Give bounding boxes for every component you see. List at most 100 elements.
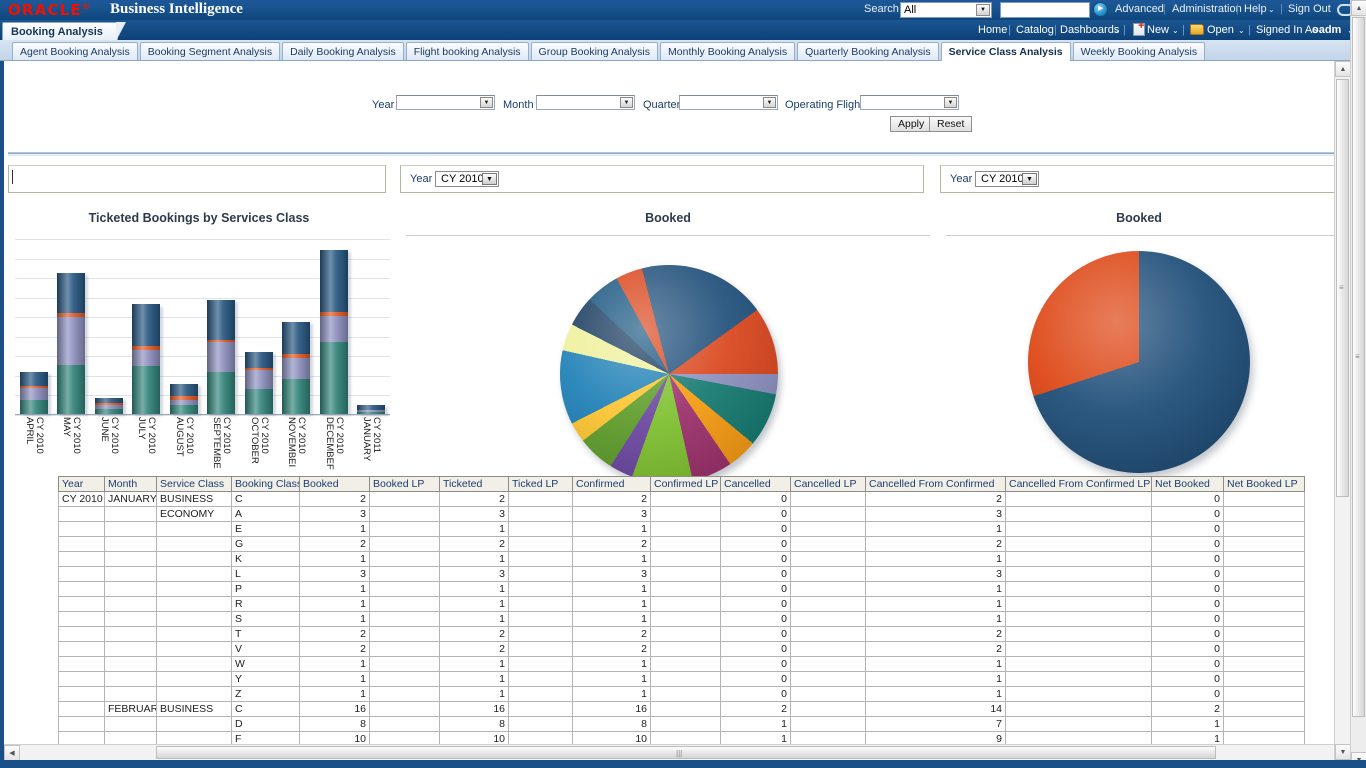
browser-scrollbar-thumb[interactable] <box>1352 17 1365 717</box>
nav-open[interactable]: Open <box>1207 24 1234 36</box>
table-row[interactable]: V222020 <box>59 642 1305 657</box>
bar-segment-economy[interactable] <box>320 342 348 414</box>
horizontal-scrollbar[interactable]: ◀ ||| <box>4 744 1334 760</box>
bar-5[interactable] <box>207 300 235 414</box>
scroll-left-arrow-icon[interactable]: ◀ <box>4 745 20 761</box>
cell-year[interactable]: CY 2010 <box>59 492 105 507</box>
dashboard-tab-daily-booking-analysis[interactable]: Daily Booking Analysis <box>282 42 404 60</box>
bar-segment-first[interactable] <box>320 250 348 312</box>
col-header-month[interactable]: Month <box>105 477 157 492</box>
table-row[interactable]: FEBRUARYBUSINESSC1616162142 <box>59 702 1305 717</box>
middle-year-select[interactable]: CY 2010 ▼ <box>435 171 499 187</box>
bar-8[interactable] <box>320 250 348 414</box>
col-header-cancelled[interactable]: Cancelled <box>721 477 791 492</box>
pie-chart-2[interactable] <box>1028 251 1250 473</box>
col-header-ticked-lp[interactable]: Ticked LP <box>509 477 573 492</box>
right-year-select[interactable]: CY 2010 ▼ <box>975 171 1039 187</box>
folder-open-icon[interactable] <box>1190 24 1204 35</box>
dashboard-tab-booking-segment-analysis[interactable]: Booking Segment Analysis <box>140 42 280 60</box>
col-header-booking-class[interactable]: Booking Class <box>232 477 300 492</box>
table-row[interactable]: L333030 <box>59 567 1305 582</box>
table-row[interactable]: T222020 <box>59 627 1305 642</box>
bar-1[interactable] <box>57 273 85 414</box>
horizontal-scrollbar-thumb[interactable] <box>156 746 1216 759</box>
bar-3[interactable] <box>132 304 160 414</box>
chevron-down-icon[interactable]: ▼ <box>620 97 633 108</box>
nav-catalog[interactable]: Catalog <box>1016 24 1054 36</box>
bar-segment-business[interactable] <box>245 370 273 389</box>
table-row[interactable]: CY 2010JANUARYBUSINESSC222020 <box>59 492 1305 507</box>
col-header-ticketed[interactable]: Ticketed <box>440 477 509 492</box>
dashboard-tab-monthly-booking-analysis[interactable]: Monthly Booking Analysis <box>660 42 795 60</box>
bar-segment-first[interactable] <box>245 352 273 368</box>
table-row[interactable]: Z111010 <box>59 687 1305 702</box>
bar-4[interactable] <box>170 384 198 414</box>
col-header-cancelled-from-confirmed[interactable]: Cancelled From Confirmed <box>866 477 1006 492</box>
pie-chart-1[interactable] <box>560 265 778 483</box>
bar-6[interactable] <box>245 352 273 414</box>
advanced-link[interactable]: Advanced <box>1115 3 1164 15</box>
col-header-cancelled-from-confirmed-lp[interactable]: Cancelled From Confirmed LP <box>1006 477 1152 492</box>
bar-segment-business[interactable] <box>132 350 160 366</box>
col-header-booked-lp[interactable]: Booked LP <box>370 477 440 492</box>
dashboard-tab-group-booking-analysis[interactable]: Group Booking Analysis <box>531 42 658 60</box>
table-row[interactable]: ECONOMYA333030 <box>59 507 1305 522</box>
nav-new[interactable]: New <box>1147 24 1169 36</box>
col-header-booked[interactable]: Booked <box>300 477 370 492</box>
scroll-up-arrow-icon[interactable]: ▲ <box>1351 0 1366 16</box>
bar-segment-business[interactable] <box>282 358 310 379</box>
chevron-down-icon[interactable]: ▼ <box>976 4 990 16</box>
bar-0[interactable] <box>20 372 48 414</box>
scroll-down-arrow-icon[interactable]: ▼ <box>1335 744 1351 760</box>
chevron-down-icon[interactable]: ⌄ <box>1238 26 1245 35</box>
table-row[interactable]: S111010 <box>59 612 1305 627</box>
col-header-net-booked[interactable]: Net Booked <box>1152 477 1224 492</box>
table-row[interactable]: P111010 <box>59 582 1305 597</box>
bar-segment-business[interactable] <box>320 316 348 342</box>
col-header-confirmed-lp[interactable]: Confirmed LP <box>651 477 721 492</box>
bar-segment-economy[interactable] <box>57 365 85 414</box>
table-row[interactable]: Y111010 <box>59 672 1305 687</box>
prompt-quarter-select[interactable]: ▼ <box>679 95 778 110</box>
table-row[interactable]: R111010 <box>59 597 1305 612</box>
reset-button[interactable]: Reset <box>929 116 972 132</box>
bar-segment-economy[interactable] <box>132 366 160 414</box>
chevron-down-icon[interactable]: ▼ <box>944 97 957 108</box>
table-row[interactable]: D888171 <box>59 717 1305 732</box>
table-row[interactable]: W111010 <box>59 657 1305 672</box>
dashboard-tab-quarterly-booking-analysis[interactable]: Quarterly Booking Analysis <box>797 42 938 60</box>
nav-dashboards[interactable]: Dashboards <box>1060 24 1119 36</box>
bar-segment-first[interactable] <box>207 300 235 340</box>
cell-month[interactable]: FEBRUARY <box>105 702 157 717</box>
scroll-up-arrow-icon[interactable]: ▲ <box>1335 61 1351 77</box>
table-row[interactable]: E111010 <box>59 522 1305 537</box>
bar-segment-first[interactable] <box>170 384 198 396</box>
dashboard-tab-weekly-booking-analysis[interactable]: Weekly Booking Analysis <box>1073 42 1206 60</box>
administration-link[interactable]: Administration <box>1172 3 1242 15</box>
chevron-down-icon[interactable]: ▼ <box>480 97 493 108</box>
browser-vertical-scrollbar[interactable]: ▲ ≡ ▼ <box>1350 0 1366 768</box>
bar-segment-economy[interactable] <box>245 389 273 414</box>
bar-segment-economy[interactable] <box>357 412 385 414</box>
search-go-icon[interactable] <box>1093 2 1108 17</box>
dashboard-tab-service-class-analysis[interactable]: Service Class Analysis <box>941 42 1071 61</box>
new-page-icon[interactable] <box>1133 23 1145 36</box>
bar-segment-first[interactable] <box>20 372 48 386</box>
chevron-down-icon[interactable]: ▼ <box>482 173 497 185</box>
sign-out-link[interactable]: Sign Out <box>1288 3 1331 15</box>
help-link[interactable]: Help <box>1244 3 1267 15</box>
chevron-down-icon[interactable]: ▼ <box>763 97 776 108</box>
bar-segment-first[interactable] <box>282 322 310 354</box>
bar-segment-economy[interactable] <box>20 400 48 414</box>
cell-month[interactable]: JANUARY <box>105 492 157 507</box>
bar-7[interactable] <box>282 322 310 414</box>
bar-segment-business[interactable] <box>207 342 235 372</box>
bar-segment-economy[interactable] <box>170 405 198 414</box>
col-header-cancelled-lp[interactable]: Cancelled LP <box>791 477 866 492</box>
bar-segment-business[interactable] <box>20 388 48 400</box>
inner-vertical-scrollbar[interactable]: ▲ ≡ ▼ <box>1334 61 1350 760</box>
bar-segment-business[interactable] <box>57 317 85 365</box>
table-row[interactable]: G222020 <box>59 537 1305 552</box>
prompt-year-select[interactable]: ▼ <box>396 95 495 110</box>
apply-button[interactable]: Apply <box>890 116 932 132</box>
